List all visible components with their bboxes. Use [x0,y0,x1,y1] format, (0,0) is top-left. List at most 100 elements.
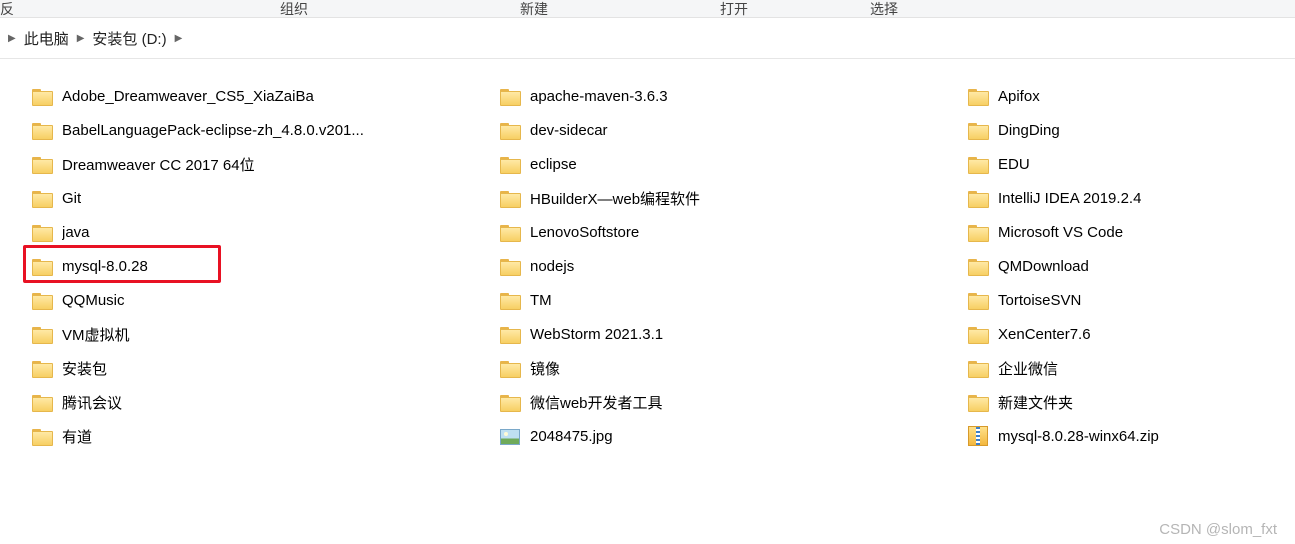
folder-icon [968,256,988,276]
folder-icon [500,392,520,412]
folder-icon [32,222,52,242]
folder-icon [32,426,52,446]
file-name-label: Apifox [998,88,1040,105]
folder-icon [968,290,988,310]
watermark: CSDN @slom_fxt [1159,521,1277,538]
file-name-label: Git [62,190,81,207]
list-item[interactable]: 安装包 [28,351,448,385]
list-item[interactable]: XenCenter7.6 [964,317,1295,351]
toolbar-group-select: 选择 [870,0,898,19]
list-item[interactable]: DingDing [964,113,1295,147]
list-item[interactable]: dev-sidecar [496,113,916,147]
chevron-right-icon[interactable]: ▶ [77,33,85,44]
toolbar-group-organize: 组织 [280,0,308,19]
file-name-label: DingDing [998,122,1060,139]
folder-icon [500,324,520,344]
list-item[interactable]: TortoiseSVN [964,283,1295,317]
breadcrumb-label: 安装包 (D:) [92,28,166,49]
list-item[interactable]: 2048475.jpg [496,419,916,453]
file-name-label: nodejs [530,258,574,275]
folder-icon [968,392,988,412]
list-item[interactable]: HBuilderX—web编程软件 [496,181,916,215]
list-item[interactable]: QQMusic [28,283,448,317]
file-name-label: java [62,224,90,241]
file-name-label: Dreamweaver CC 2017 64位 [62,154,255,175]
list-item[interactable]: mysql-8.0.28 [28,249,448,283]
folder-icon [32,324,52,344]
list-item[interactable]: eclipse [496,147,916,181]
breadcrumb-segment-drive-d[interactable]: 安装包 (D:) [88,28,170,49]
list-item[interactable]: EDU [964,147,1295,181]
folder-icon [32,86,52,106]
folder-icon [500,120,520,140]
file-name-label: 有道 [62,426,92,447]
list-item[interactable]: 微信web开发者工具 [496,385,916,419]
toolbar-group-new: 新建 [520,0,548,19]
list-item[interactable]: 镜像 [496,351,916,385]
file-name-label: 微信web开发者工具 [530,392,663,413]
folder-icon [500,154,520,174]
folder-icon [32,188,52,208]
folder-icon [500,222,520,242]
file-name-label: 镜像 [530,358,560,379]
list-item[interactable]: 有道 [28,419,448,453]
file-name-label: LenovoSoftstore [530,224,639,241]
list-item[interactable]: Adobe_Dreamweaver_CS5_XiaZaiBa [28,79,448,113]
file-name-label: EDU [998,156,1030,173]
folder-icon [968,86,988,106]
file-name-label: WebStorm 2021.3.1 [530,326,663,343]
folder-icon [500,290,520,310]
file-name-label: QQMusic [62,292,125,309]
list-item[interactable]: VM虚拟机 [28,317,448,351]
image-file-icon [500,429,520,445]
list-item[interactable]: Dreamweaver CC 2017 64位 [28,147,448,181]
list-item[interactable]: BabelLanguagePack-eclipse-zh_4.8.0.v201.… [28,113,448,147]
folder-icon [968,154,988,174]
file-list: Adobe_Dreamweaver_CS5_XiaZaiBa BabelLangu… [0,59,1295,459]
file-name-label: IntelliJ IDEA 2019.2.4 [998,190,1141,207]
list-item[interactable]: IntelliJ IDEA 2019.2.4 [964,181,1295,215]
list-item[interactable]: LenovoSoftstore [496,215,916,249]
file-name-label: 安装包 [62,358,107,379]
file-name-label: BabelLanguagePack-eclipse-zh_4.8.0.v201.… [62,122,364,139]
list-item[interactable]: apache-maven-3.6.3 [496,79,916,113]
chevron-right-icon[interactable]: ▶ [8,33,16,44]
zip-file-icon [968,426,988,446]
folder-icon [32,290,52,310]
folder-icon [32,358,52,378]
file-name-label: HBuilderX—web编程软件 [530,188,700,209]
file-name-label: XenCenter7.6 [998,326,1091,343]
list-item[interactable]: WebStorm 2021.3.1 [496,317,916,351]
breadcrumb[interactable]: ▶ 此电脑 ▶ 安装包 (D:) ▶ [0,18,1295,59]
list-item[interactable]: TM [496,283,916,317]
list-item[interactable]: Apifox [964,79,1295,113]
list-item[interactable]: 腾讯会议 [28,385,448,419]
file-name-label: VM虚拟机 [62,324,130,345]
file-name-label: eclipse [530,156,577,173]
list-item[interactable]: 新建文件夹 [964,385,1295,419]
list-item[interactable]: mysql-8.0.28-winx64.zip [964,419,1295,453]
list-item[interactable]: nodejs [496,249,916,283]
file-name-label: TortoiseSVN [998,292,1081,309]
file-name-label: apache-maven-3.6.3 [530,88,668,105]
list-item[interactable]: QMDownload [964,249,1295,283]
file-name-label: 企业微信 [998,358,1058,379]
folder-icon [968,188,988,208]
folder-icon [968,222,988,242]
list-item[interactable]: java [28,215,448,249]
file-name-label: 腾讯会议 [62,392,122,413]
file-name-label: QMDownload [998,258,1089,275]
folder-icon [968,120,988,140]
file-name-label: mysql-8.0.28 [62,258,148,275]
breadcrumb-segment-this-pc[interactable]: 此电脑 [20,28,73,49]
folder-icon [32,120,52,140]
list-item[interactable]: Git [28,181,448,215]
file-name-label: 新建文件夹 [998,392,1073,413]
file-name-label: Microsoft VS Code [998,224,1123,241]
folder-icon [500,188,520,208]
list-item[interactable]: 企业微信 [964,351,1295,385]
list-item[interactable]: Microsoft VS Code [964,215,1295,249]
breadcrumb-label: 此电脑 [24,28,69,49]
folder-icon [32,154,52,174]
chevron-right-icon[interactable]: ▶ [175,33,183,44]
